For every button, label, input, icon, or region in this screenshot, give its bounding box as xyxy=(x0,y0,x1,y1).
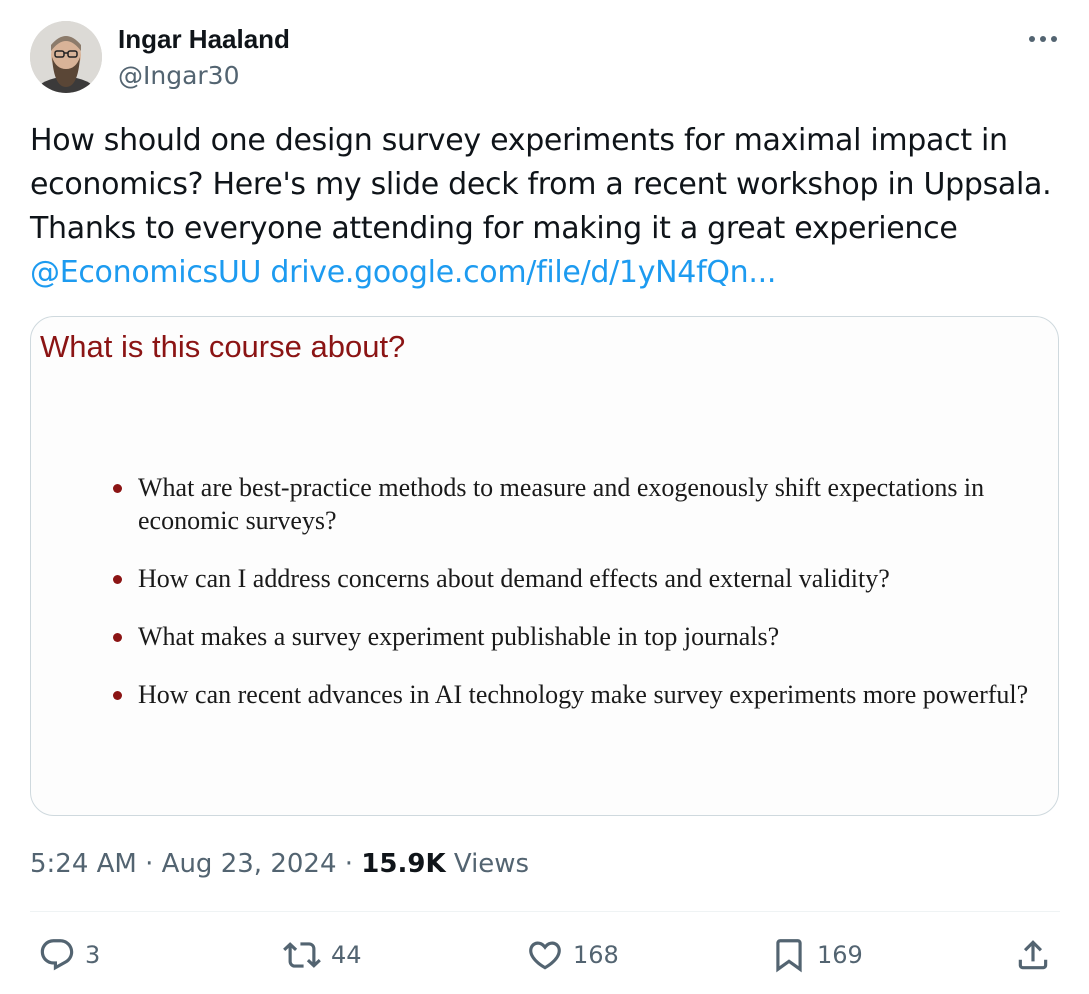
like-button[interactable]: 168 xyxy=(526,934,619,976)
slide-title: What is this course about? xyxy=(40,329,406,364)
share-icon xyxy=(1018,940,1048,970)
slide-bullet-text: What are best-practice methods to measur… xyxy=(138,473,985,535)
views-count: 15.9K xyxy=(361,849,446,879)
reply-count: 3 xyxy=(85,941,101,969)
tweet-text-line: Thanks to everyone attending for making … xyxy=(30,211,958,246)
slide-bullet-text: How can recent advances in AI technology… xyxy=(138,680,1029,709)
tweet-date[interactable]: Aug 23, 2024 xyxy=(162,849,337,879)
bookmark-icon xyxy=(776,939,802,973)
repost-icon xyxy=(283,942,321,968)
more-horizontal-icon xyxy=(1029,36,1057,42)
meta-separator: · xyxy=(344,849,354,879)
bullet-dot-icon xyxy=(113,575,122,584)
repost-count: 44 xyxy=(331,941,362,969)
bullet-dot-icon xyxy=(113,484,122,493)
share-button[interactable] xyxy=(1014,934,1052,976)
slide-bullet-text: What makes a survey experiment publishab… xyxy=(138,622,780,651)
tweet-meta: 5:24 AM · Aug 23, 2024 · 15.9K Views xyxy=(30,846,529,882)
tweet-text-line: economics? Here's my slide deck from a r… xyxy=(30,167,1052,202)
tweet-text-line: @EconomicsUU drive.google.com/file/d/1yN… xyxy=(30,251,1060,295)
external-link[interactable]: drive.google.com/file/d/1yN4fQn... xyxy=(270,255,776,290)
media-card[interactable]: What is this course about? What are best… xyxy=(30,316,1059,816)
slide-bullet: How can recent advances in AI technology… xyxy=(111,678,1031,711)
like-count: 168 xyxy=(573,941,619,969)
bookmark-count: 169 xyxy=(817,941,863,969)
reply-icon xyxy=(40,939,74,971)
avatar[interactable] xyxy=(30,21,102,93)
bookmark-button[interactable]: 169 xyxy=(770,934,863,976)
mention-link[interactable]: @EconomicsUU xyxy=(30,255,261,290)
heart-icon xyxy=(529,941,561,970)
author-name[interactable]: Ingar Haaland xyxy=(118,22,290,56)
tweet-text: How should one design survey experiments… xyxy=(30,119,1060,295)
tweet-text-line: How should one design survey experiments… xyxy=(30,123,1008,158)
more-options-button[interactable] xyxy=(1020,22,1066,56)
repost-button[interactable]: 44 xyxy=(282,934,362,976)
divider xyxy=(30,911,1060,912)
slide-bullet: How can I address concerns about demand … xyxy=(111,562,1031,595)
slide-bullet: What are best-practice methods to measur… xyxy=(111,471,1031,537)
tweet-time[interactable]: 5:24 AM xyxy=(30,849,137,879)
avatar-image xyxy=(30,21,102,93)
meta-separator: · xyxy=(145,849,154,879)
bullet-dot-icon xyxy=(113,691,122,700)
views-label: Views xyxy=(453,849,530,879)
slide-bullet: What makes a survey experiment publishab… xyxy=(111,620,1031,653)
slide-bullet-text: How can I address concerns about demand … xyxy=(138,564,890,593)
reply-button[interactable]: 3 xyxy=(38,934,100,976)
slide-bullet-list: What are best-practice methods to measur… xyxy=(111,471,1031,736)
author-handle[interactable]: @Ingar30 xyxy=(118,59,240,93)
bullet-dot-icon xyxy=(113,633,122,642)
